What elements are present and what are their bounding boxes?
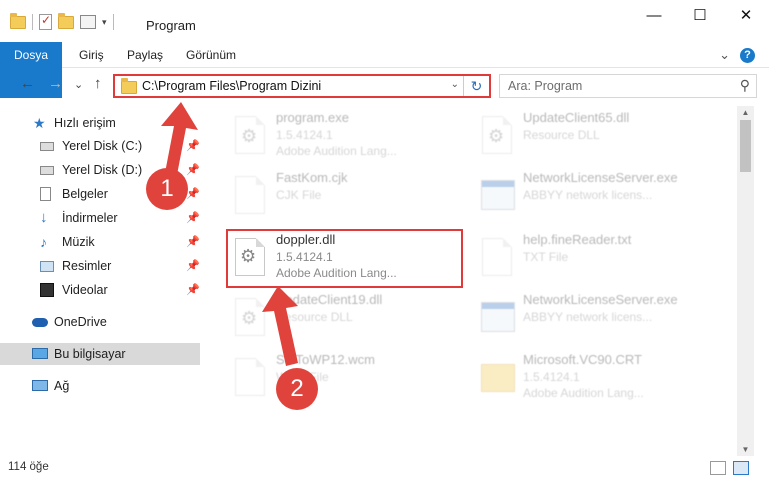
scroll-down-icon[interactable]: ▼ (737, 445, 754, 454)
step-badge-1: 1 (146, 168, 188, 210)
item-count: 114 öğe (8, 461, 49, 473)
large-icons-view-icon[interactable] (733, 461, 749, 475)
status-bar: 114 öğe (0, 458, 769, 490)
details-view-icon[interactable] (710, 461, 726, 475)
arrow-2 (262, 286, 298, 366)
scroll-up-icon[interactable]: ▲ (737, 108, 754, 117)
scrollbar-thumb[interactable] (740, 120, 751, 172)
step-badge-2: 2 (276, 368, 318, 410)
annotation-arrows (161, 102, 298, 366)
vertical-scrollbar[interactable]: ▲ ▼ (737, 106, 754, 456)
